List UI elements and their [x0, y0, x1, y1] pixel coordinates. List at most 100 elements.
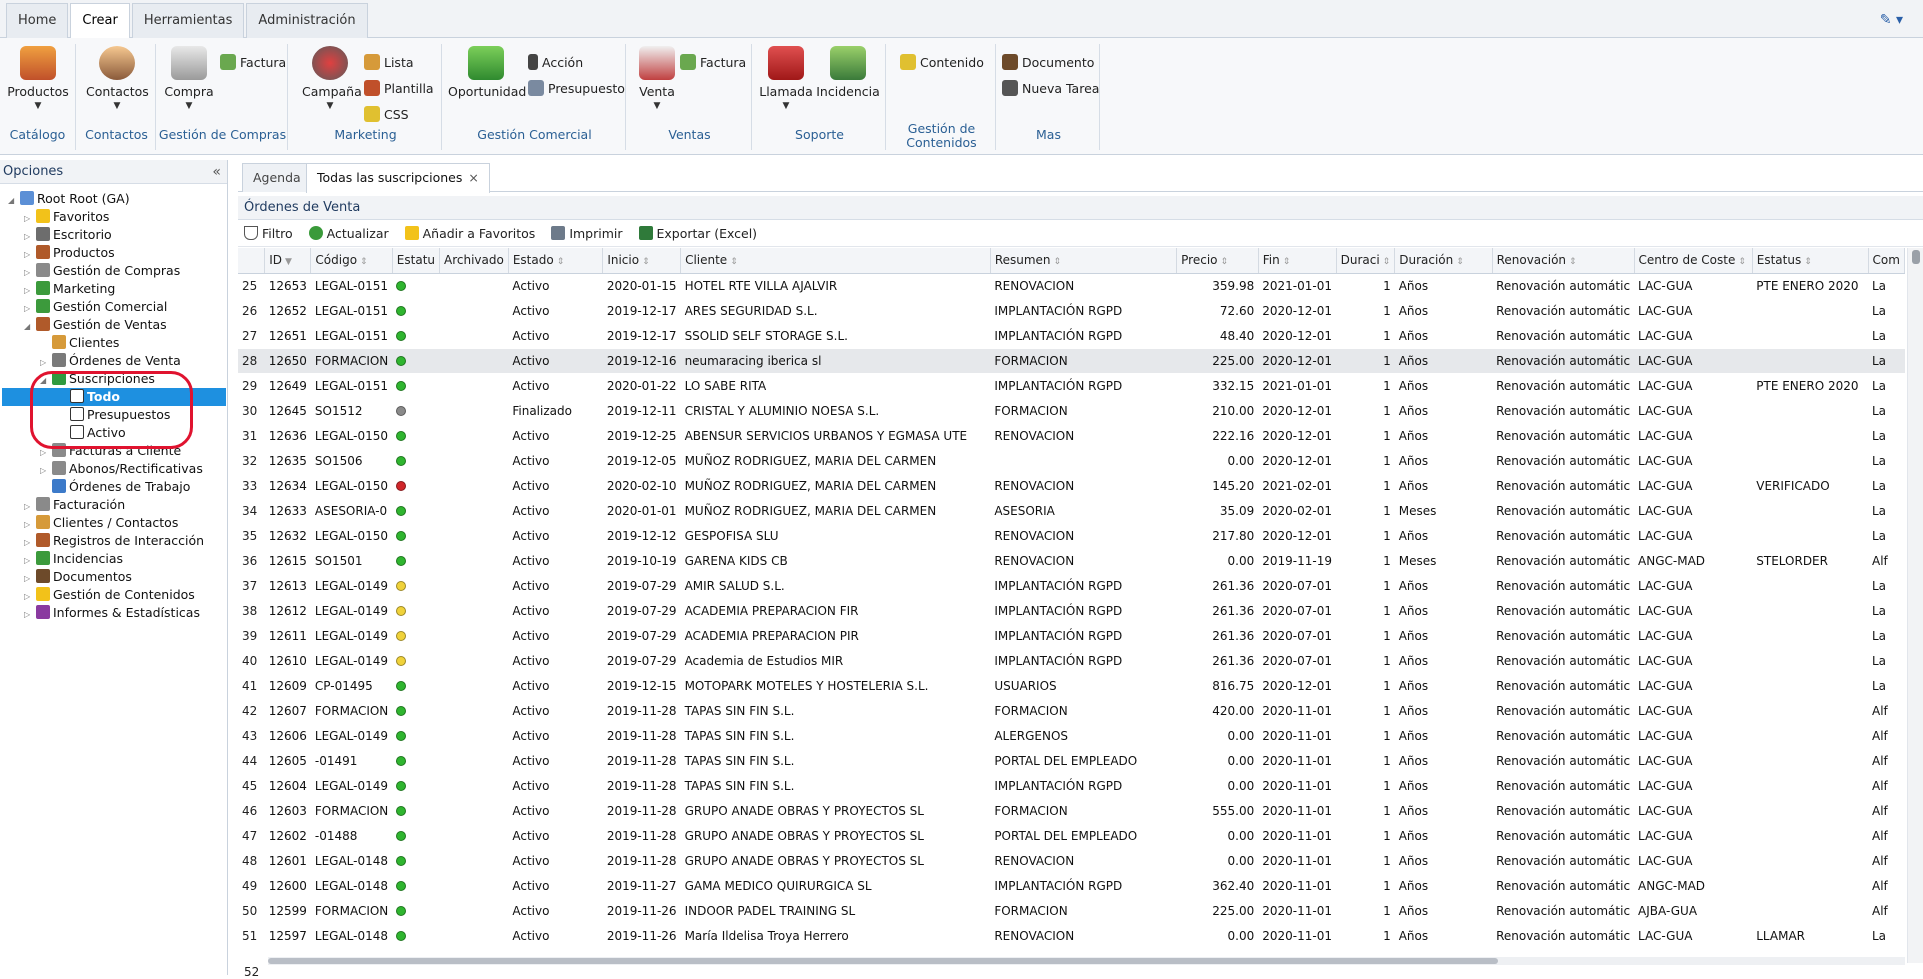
column-header-renovaci-n[interactable]: Renovación ⇕: [1492, 248, 1635, 274]
plantilla-button[interactable]: Plantilla: [364, 80, 434, 96]
table-row[interactable]: 44 12605 -01491 Activo 2019-11-28 TAPAS SIN F…: [238, 748, 1905, 774]
export-excel-button[interactable]: Exportar (Excel): [638, 221, 757, 247]
table-row[interactable]: 39 12611 LEGAL-0149 Activo 2019-07-29 ACADEMI…: [238, 623, 1905, 649]
tree-item-abonos-rectificativas[interactable]: ▷ Abonos/Rectificativas: [40, 460, 203, 478]
tree-item-órdenes-de-venta[interactable]: ▷ Órdenes de Venta: [40, 352, 181, 370]
tab-administracion[interactable]: Administración: [246, 3, 368, 38]
sort-desc-icon[interactable]: ▼: [285, 257, 292, 267]
factura-compra-button[interactable]: Factura: [220, 54, 286, 70]
table-row[interactable]: 27 12651 LEGAL-0151 Activo 2019-12-17 SSOLID …: [238, 323, 1905, 349]
tab-herramientas[interactable]: Herramientas: [131, 3, 245, 38]
accion-button[interactable]: Acción: [528, 54, 583, 70]
table-row[interactable]: 36 12615 SO1501 Activo 2019-10-19 GARENA KIDS…: [238, 548, 1905, 574]
column-header-com[interactable]: Com: [1868, 248, 1905, 274]
table-row[interactable]: 41 12609 CP-01495 Activo 2019-12-15 MOTOPARK …: [238, 673, 1905, 699]
expand-toggle-icon[interactable]: ◢: [24, 318, 36, 336]
tree-item-productos[interactable]: ▷ Productos: [24, 244, 115, 262]
column-header-resumen[interactable]: Resumen ⇕: [990, 248, 1178, 274]
compra-button[interactable]: Compra ▼: [162, 46, 216, 111]
column-header-archivado[interactable]: Archivado: [439, 248, 509, 274]
oportunidad-button[interactable]: Oportunidad: [448, 46, 526, 99]
sort-icon[interactable]: ⇕: [1804, 257, 1812, 267]
table-row[interactable]: 50 12599 FORMACION Activo 2019-11-26 INDOOR P…: [238, 898, 1905, 924]
table-row[interactable]: 26 12652 LEGAL-0151 Activo 2019-12-17 ARES SE…: [238, 298, 1905, 324]
horizontal-scrollbar[interactable]: [268, 957, 1905, 965]
tree-item-gestión-comercial[interactable]: ▷ Gestión Comercial: [24, 298, 167, 316]
sort-icon[interactable]: ⇕: [1738, 257, 1746, 267]
column-header-centro-de-coste[interactable]: Centro de Coste ⇕: [1634, 248, 1753, 274]
table-row[interactable]: 38 12612 LEGAL-0149 Activo 2019-07-29 ACADEMI…: [238, 598, 1905, 624]
llamada-button[interactable]: Llamada ▼: [758, 46, 814, 111]
contenido-button[interactable]: Contenido: [900, 54, 984, 70]
column-header-cliente[interactable]: Cliente ⇕: [680, 248, 991, 274]
table-row[interactable]: 30 12645 SO1512 Finalizado 2019-12-11 CRISTAL…: [238, 398, 1905, 424]
nueva-tarea-button[interactable]: Nueva Tarea: [1002, 80, 1099, 96]
tree-item-registros-de-interacción[interactable]: ▷ Registros de Interacción: [24, 532, 204, 550]
sort-icon[interactable]: ⇕: [1456, 257, 1464, 267]
table-row[interactable]: 42 12607 FORMACION Activo 2019-11-28 TAPAS SI…: [238, 698, 1905, 724]
column-header-precio[interactable]: Precio ⇕: [1176, 248, 1259, 274]
tree-item-incidencias[interactable]: ▷ Incidencias: [24, 550, 123, 568]
table-row[interactable]: 34 12633 ASESORIA-0 Activo 2020-01-01 MUÑOZ R…: [238, 498, 1905, 524]
table-row[interactable]: 51 12597 LEGAL-0148 Activo 2019-11-26 María I…: [238, 923, 1905, 949]
tree-item-marketing[interactable]: ▷ Marketing: [24, 280, 115, 298]
table-row[interactable]: 47 12602 -01488 Activo 2019-11-28 GRUPO ANADE…: [238, 823, 1905, 849]
table-row[interactable]: 33 12634 LEGAL-0150 Activo 2020-02-10 MUÑOZ R…: [238, 473, 1905, 499]
close-icon[interactable]: ×: [468, 170, 478, 185]
tab-crear[interactable]: Crear: [70, 3, 130, 39]
tree-item-escritorio[interactable]: ▷ Escritorio: [24, 226, 112, 244]
column-header-row-number[interactable]: [238, 248, 266, 274]
incidencia-button[interactable]: Incidencia: [816, 46, 880, 99]
vertical-scrollbar[interactable]: [1907, 248, 1923, 963]
documento-button[interactable]: Documento: [1002, 54, 1094, 70]
add-favorites-button[interactable]: Añadir a Favoritos: [404, 221, 535, 247]
lista-button[interactable]: Lista: [364, 54, 414, 70]
table-row[interactable]: 29 12649 LEGAL-0151 Activo 2020-01-22 LO SABE…: [238, 373, 1905, 399]
css-button[interactable]: CSS: [364, 106, 409, 122]
tree-item-órdenes-de-trabajo[interactable]: Órdenes de Trabajo: [40, 478, 190, 496]
column-header-id[interactable]: ID ▼: [264, 248, 312, 274]
factura-venta-button[interactable]: Factura: [680, 54, 746, 70]
sort-icon[interactable]: ⇕: [1383, 257, 1391, 267]
user-menu-icon[interactable]: ✎ ▾: [1880, 12, 1903, 28]
table-row[interactable]: 35 12632 LEGAL-0150 Activo 2019-12-12 GESPOFI…: [238, 523, 1905, 549]
column-header-estatus[interactable]: Estatus ⇕: [1752, 248, 1869, 274]
tree-item-gestión-de-ventas[interactable]: ◢ Gestión de Ventas: [24, 316, 167, 334]
table-row[interactable]: 49 12600 LEGAL-0148 Activo 2019-11-27 GAMA ME…: [238, 873, 1905, 899]
table-row[interactable]: 48 12601 LEGAL-0148 Activo 2019-11-28 GRUPO A…: [238, 848, 1905, 874]
tree-item-favoritos[interactable]: ▷ Favoritos: [24, 208, 109, 226]
column-header-inicio[interactable]: Inicio ⇕: [602, 248, 682, 274]
sort-icon[interactable]: ⇕: [1569, 257, 1577, 267]
table-row[interactable]: 43 12606 LEGAL-0149 Activo 2019-11-28 TAPAS S…: [238, 723, 1905, 749]
table-row[interactable]: 31 12636 LEGAL-0150 Activo 2019-12-25 ABENSUR…: [238, 423, 1905, 449]
sort-icon[interactable]: ⇕: [1221, 257, 1229, 267]
sort-icon[interactable]: ⇕: [1054, 257, 1062, 267]
tree-item-documentos[interactable]: ▷ Documentos: [24, 568, 132, 586]
print-button[interactable]: Imprimir: [551, 221, 623, 247]
venta-button[interactable]: Venta ▼: [632, 46, 682, 111]
expand-toggle-icon[interactable]: ◢: [8, 192, 20, 210]
tab-home[interactable]: Home: [6, 3, 69, 38]
column-header-estado[interactable]: Estado ⇕: [508, 248, 604, 274]
table-row[interactable]: 40 12610 LEGAL-0149 Activo 2019-07-29 Academi…: [238, 648, 1905, 674]
column-header-fin[interactable]: Fin ⇕: [1258, 248, 1337, 274]
contactos-button[interactable]: Contactos ▼: [86, 46, 149, 111]
table-row[interactable]: 37 12613 LEGAL-0149 Activo 2019-07-29 AMIR SA…: [238, 573, 1905, 599]
vertical-scroll-thumb[interactable]: [1912, 250, 1920, 264]
tree-item-root-root-ga[interactable]: ◢ Root Root (GA): [8, 190, 130, 208]
table-row[interactable]: 28 12650 FORMACION Activo 2019-12-16 neumarac…: [238, 348, 1905, 374]
sort-icon[interactable]: ⇕: [557, 257, 565, 267]
tree-item-facturación[interactable]: ▷ Facturación: [24, 496, 125, 514]
tree-item-clientes[interactable]: Clientes: [40, 334, 119, 352]
filter-button[interactable]: Filtro: [244, 221, 293, 247]
tree-item-clientes-contactos[interactable]: ▷ Clientes / Contactos: [24, 514, 178, 532]
horizontal-scroll-thumb[interactable]: [268, 958, 1498, 964]
tab-agenda[interactable]: Agenda: [242, 163, 312, 192]
tree-item-gestión-de-compras[interactable]: ▷ Gestión de Compras: [24, 262, 180, 280]
expand-toggle-icon[interactable]: ▷: [24, 606, 36, 624]
productos-button[interactable]: Productos ▼: [6, 46, 70, 111]
sort-icon[interactable]: ⇕: [1283, 257, 1291, 267]
sort-icon[interactable]: ⇕: [730, 257, 738, 267]
collapse-icon[interactable]: «: [212, 160, 221, 184]
column-header-duraci[interactable]: Duraci ⇕: [1336, 248, 1396, 274]
